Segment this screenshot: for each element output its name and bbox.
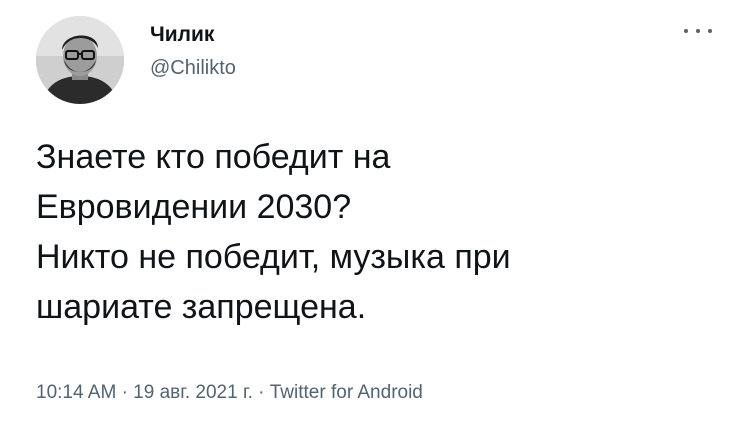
dot bbox=[708, 29, 712, 33]
dot bbox=[684, 29, 688, 33]
tweet-date[interactable]: 19 авг. 2021 г. bbox=[133, 382, 253, 403]
meta-separator: · bbox=[258, 382, 270, 403]
more-dots-icon[interactable] bbox=[684, 24, 712, 38]
tweet-text-line: Никто не победит, музыка при bbox=[36, 238, 511, 276]
meta-separator: · bbox=[121, 382, 134, 403]
tweet: Чилик @Chiliktо Знаете кто победит на Ев… bbox=[0, 0, 750, 430]
user-handle[interactable]: @Chiliktо bbox=[150, 56, 236, 80]
tweet-time[interactable]: 10:14 AM bbox=[36, 382, 116, 403]
dot bbox=[696, 29, 700, 33]
display-name[interactable]: Чилик bbox=[150, 22, 236, 48]
tweet-text-line: Знаете кто победит на bbox=[36, 138, 391, 176]
tweet-text-line: Евровидении 2030? bbox=[36, 188, 352, 226]
author-names: Чилик @Chiliktо bbox=[150, 22, 236, 80]
avatar[interactable] bbox=[36, 16, 124, 104]
tweet-metadata: 10:14 AM · 19 авг. 2021 г. · Twitter for… bbox=[36, 382, 423, 404]
tweet-source[interactable]: Twitter for Android bbox=[270, 382, 423, 403]
tweet-text: Знаете кто победит на Евровидении 2030? … bbox=[36, 132, 726, 332]
tweet-header: Чилик @Chiliktо bbox=[36, 14, 726, 104]
tweet-text-line: шариате запрещена. bbox=[36, 288, 367, 326]
avatar-photo-icon bbox=[36, 16, 124, 104]
